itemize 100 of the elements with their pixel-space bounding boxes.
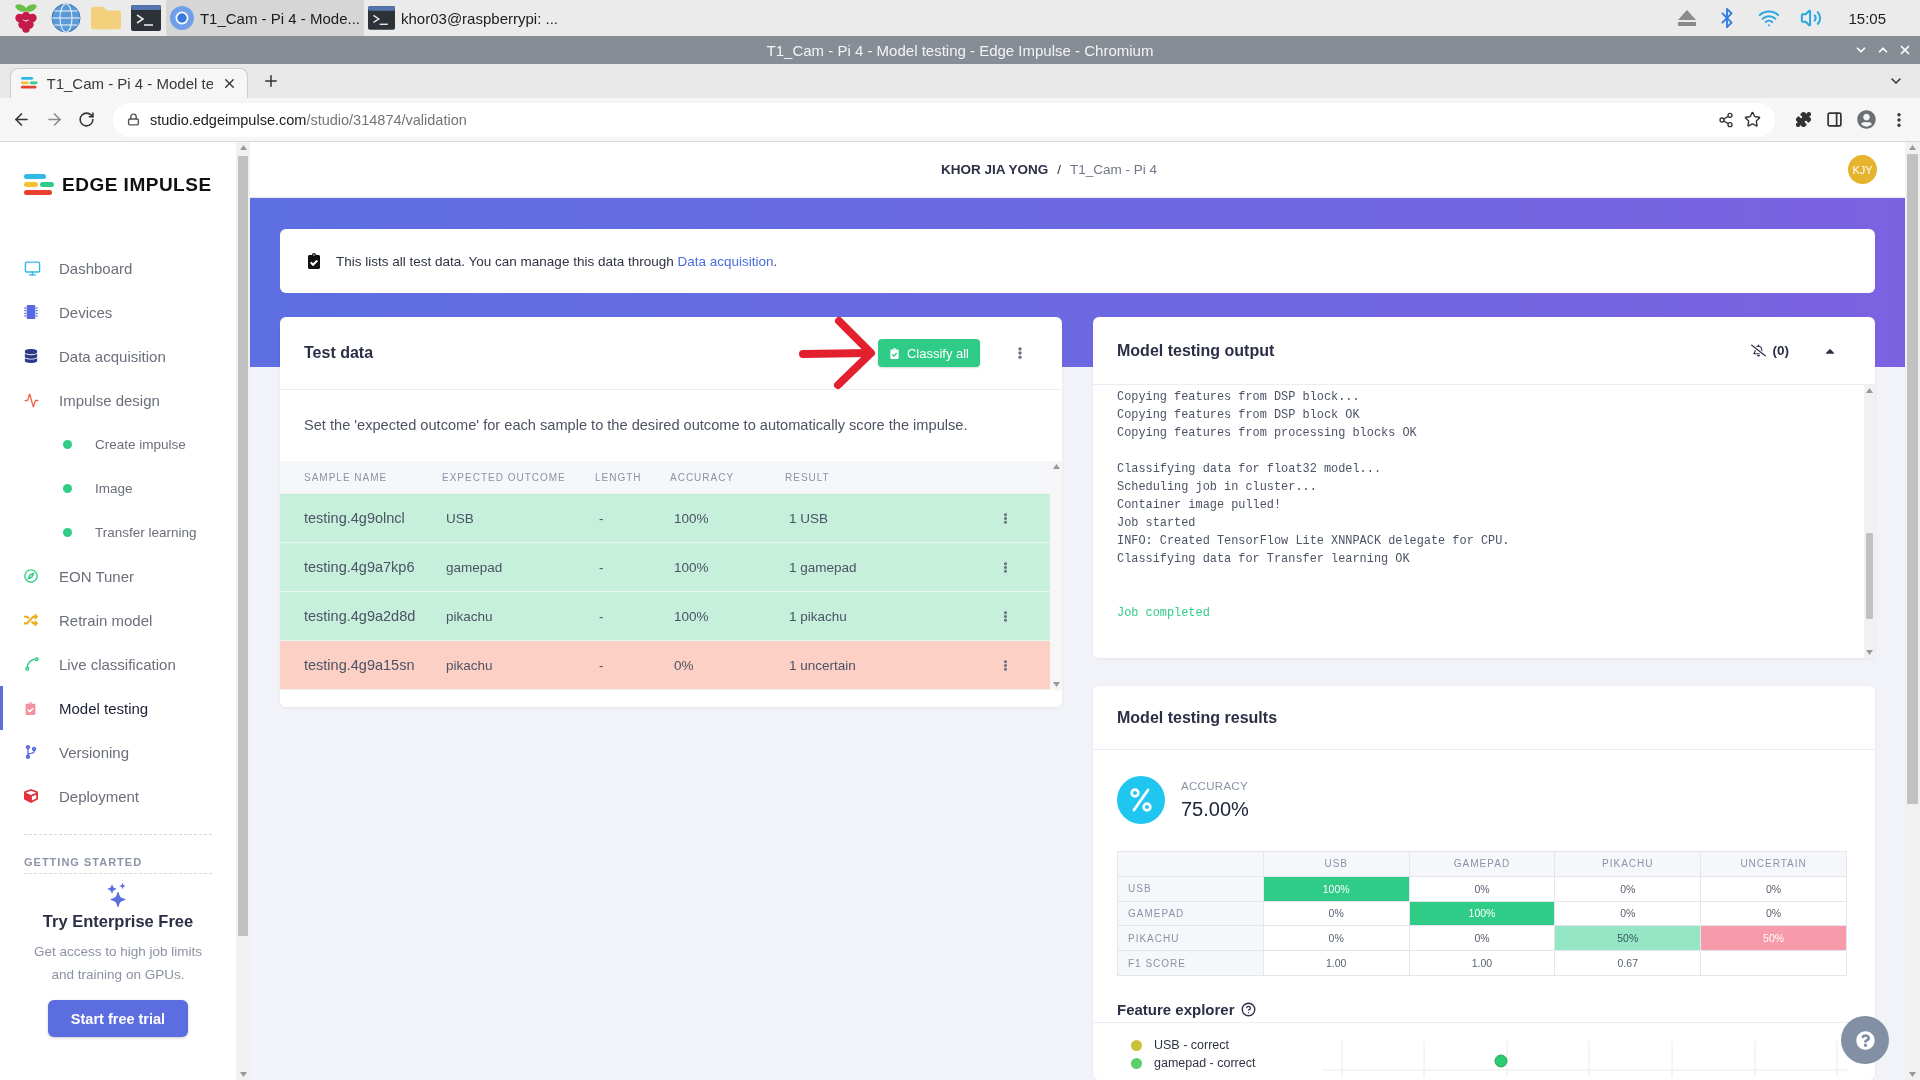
branch-icon — [24, 745, 38, 759]
matrix-cell: 50% — [1554, 925, 1701, 951]
legend-label: gamepad - correct — [1154, 1056, 1256, 1071]
pulse-icon — [24, 392, 39, 408]
breadcrumb-link[interactable]: KHOR JIA YONG — [940, 162, 1049, 177]
card-title: Model testing results — [1117, 708, 1278, 727]
scrollbar[interactable] — [1864, 385, 1875, 658]
browser-icon — [170, 4, 194, 32]
table-cell-text: testing.4g9a7kp6 — [304, 559, 416, 575]
nav-item[interactable]: Retrain model — [0, 598, 236, 642]
nav-item[interactable]: Deployment — [0, 774, 236, 818]
percent-icon — [1117, 776, 1165, 824]
back-icon[interactable] — [12, 110, 31, 129]
log-line: Copying features from DSP block... — [1117, 389, 1361, 406]
table-cell-text: gamepad — [445, 559, 504, 575]
section-title: Feature explorer — [1117, 1001, 1235, 1018]
start-trial-button[interactable]: Start free trial — [48, 1000, 188, 1037]
terminal-icon — [368, 5, 396, 31]
matrix-cell: 0% — [1263, 925, 1410, 951]
new-tab-icon[interactable] — [262, 72, 280, 90]
shuffle-icon — [24, 613, 38, 627]
compass-icon — [24, 569, 38, 583]
extensions-icon[interactable] — [1795, 111, 1812, 128]
nav-item[interactable]: EON Tuner — [0, 554, 236, 598]
terminal-icon[interactable] — [131, 5, 161, 31]
table-cell-text: 1 pikachu — [788, 608, 848, 624]
globe-icon[interactable] — [51, 3, 81, 33]
card-title: Model testing output — [1117, 341, 1275, 360]
scroll-down-icon[interactable] — [1866, 650, 1873, 655]
scroll-down-icon[interactable] — [1909, 1072, 1916, 1077]
volume-icon[interactable] — [1800, 7, 1823, 29]
reload-icon[interactable] — [78, 111, 95, 128]
accuracy-label: ACCURACY — [1181, 779, 1249, 792]
close-icon[interactable] — [222, 76, 237, 91]
scrollbar-thumb[interactable] — [238, 156, 248, 936]
matrix-header: UNCERTAIN — [1700, 851, 1847, 877]
matrix-cell: 100% — [1409, 901, 1555, 926]
card-title: Test data — [304, 344, 374, 362]
scroll-up-icon[interactable] — [1909, 145, 1916, 150]
clipboard-check-icon — [24, 701, 37, 715]
notifications-button[interactable]: (0) — [1750, 343, 1789, 358]
dot-icon — [63, 527, 72, 537]
nav-item[interactable]: Versioning — [0, 730, 236, 774]
nav-item[interactable]: Live classification — [0, 642, 236, 686]
share-icon[interactable] — [1718, 111, 1734, 128]
help-icon[interactable] — [1240, 1002, 1256, 1017]
nav-subitem[interactable]: Transfer learning — [0, 510, 236, 554]
nav-item[interactable]: Dashboard — [0, 246, 236, 290]
lock-icon — [127, 113, 140, 126]
scroll-up-icon[interactable] — [1052, 464, 1060, 469]
log-line: Job completed — [1117, 605, 1211, 622]
favicon-icon — [21, 77, 38, 90]
table-cell-text: 1 uncertain — [788, 657, 857, 673]
nav-subitem[interactable]: Image — [0, 466, 236, 510]
data-acquisition-link[interactable]: Data acquisition — [677, 253, 774, 269]
column-header: EXPECTED OUTCOME — [442, 471, 567, 483]
matrix-cell: 100% — [1263, 876, 1410, 902]
scrollbar-thumb[interactable] — [1866, 533, 1873, 619]
scroll-up-icon[interactable] — [239, 145, 247, 150]
scrollbar[interactable] — [1050, 461, 1062, 690]
scrollbar[interactable] — [236, 142, 250, 1080]
log-line: Copying features from DSP block OK — [1117, 407, 1361, 424]
side-panel-icon[interactable] — [1826, 111, 1843, 128]
notice-text: This lists all test data. You can manage this data through Data acquisition. — [336, 253, 778, 269]
column-header: LENGTH — [595, 471, 643, 483]
raspberry-icon[interactable] — [13, 3, 39, 33]
taskbar-task[interactable]: T1_Cam - Pi 4 - Mode... — [166, 0, 364, 36]
browser-tab[interactable]: T1_Cam - Pi 4 - Model te — [10, 68, 248, 98]
nav-item[interactable]: Impulse design — [0, 378, 236, 422]
nav-item[interactable]: Data acquisition — [0, 334, 236, 378]
table-cell-text: - — [598, 608, 605, 624]
nav-item[interactable]: Devices — [0, 290, 236, 334]
scrollbar-thumb[interactable] — [1907, 154, 1918, 804]
matrix-header: GAMEPAD — [1409, 851, 1555, 877]
forward-icon[interactable] — [45, 110, 64, 129]
database-icon — [24, 349, 38, 363]
scroll-down-icon[interactable] — [239, 1072, 247, 1077]
breadcrumb-current: T1_Cam - Pi 4 — [1070, 162, 1158, 177]
scrollbar[interactable] — [1905, 142, 1920, 1080]
taskbar-task[interactable]: khor03@raspberrypi: ... — [364, 0, 562, 36]
matrix-cell: 0% — [1554, 901, 1701, 926]
nav-subitem[interactable]: Create impulse — [0, 422, 236, 466]
table-cell-text: 100% — [673, 559, 710, 575]
table-cell-text: testing.4g9a15sn — [304, 657, 416, 673]
scroll-down-icon[interactable] — [1052, 682, 1060, 687]
matrix-cell: 0% — [1700, 901, 1847, 926]
log-line: Container image pulled! — [1117, 497, 1283, 514]
eject-icon[interactable] — [1678, 10, 1697, 26]
profile-icon[interactable] — [1857, 110, 1876, 129]
column-header: SAMPLE NAME — [304, 471, 389, 483]
breadcrumb-separator: / — [1057, 162, 1061, 177]
table-cell-text: testing.4g9a2d8d — [304, 608, 417, 624]
matrix-row-label: F1 SCORE — [1117, 950, 1264, 976]
address-bar[interactable]: studio.edgeimpulse.com/studio/314874/validation — [113, 102, 1775, 137]
column-header: RESULT — [785, 471, 831, 483]
table-cell-text: 100% — [673, 608, 710, 624]
bookmark-star-icon[interactable] — [1744, 111, 1761, 128]
matrix-row-label: PIKACHU — [1117, 925, 1264, 951]
clipboard-check-icon — [888, 347, 900, 359]
scroll-up-icon[interactable] — [1866, 388, 1873, 393]
